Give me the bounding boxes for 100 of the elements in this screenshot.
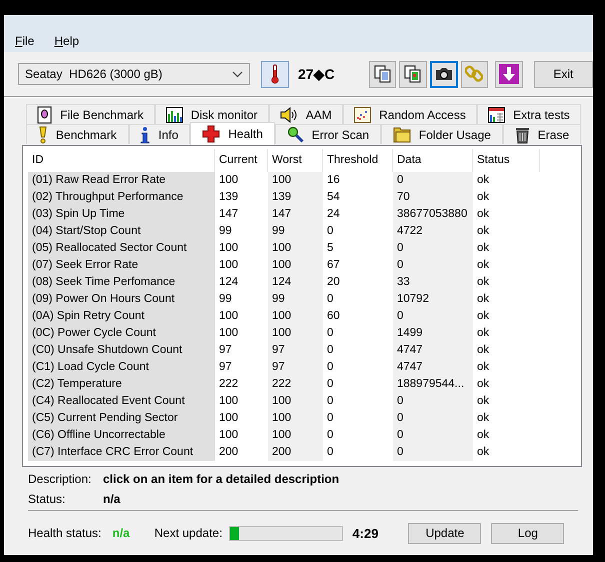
table-cell: 0: [393, 427, 473, 444]
table-cell-text: 0: [326, 394, 334, 409]
table-cell-text: 100: [218, 258, 240, 273]
toolbar-button[interactable]: [430, 60, 458, 88]
action-button[interactable]: Update: [408, 522, 482, 544]
chevron-icon: [232, 70, 244, 78]
tab[interactable]: Extra tests: [476, 104, 581, 124]
table-cell: 100: [268, 427, 323, 444]
table-cell: 100: [268, 325, 323, 342]
table-cell-text: 54: [326, 190, 341, 205]
menu-item[interactable]: Help: [53, 32, 80, 50]
table-cell: 0: [393, 257, 473, 274]
table-cell-text: ok: [476, 445, 490, 460]
table-cell-text: 200: [218, 445, 240, 460]
table-cell: 124: [268, 274, 323, 291]
table-cell-text: 0: [326, 360, 334, 375]
tab[interactable]: Health: [190, 122, 275, 145]
table-chart-icon: [488, 106, 506, 122]
table-cell-text: 222: [218, 377, 240, 392]
column-header[interactable]: Status: [473, 149, 540, 172]
table-cell-text: 100: [218, 309, 240, 324]
tab[interactable]: Error Scan: [274, 124, 382, 144]
table-cell: (C1) Load Cycle Count: [28, 359, 215, 376]
toolbar-button[interactable]: [399, 60, 427, 88]
status-value: n/a: [103, 492, 122, 508]
table-cell: 4747: [393, 359, 473, 376]
table-cell-text: ok: [476, 224, 490, 239]
table-cell: 0: [393, 410, 473, 427]
copy-icon: [404, 65, 422, 83]
download-icon: [498, 64, 519, 84]
table-cell: 200: [268, 444, 323, 461]
table-cell-text: ok: [476, 343, 490, 358]
table-cell-text: 20: [326, 275, 341, 290]
toolbar-button[interactable]: [368, 60, 396, 88]
table-cell-text: ok: [476, 326, 490, 341]
column-header[interactable]: Threshold: [323, 149, 393, 172]
countdown-timer: 4:29: [352, 526, 380, 540]
exit-button[interactable]: Exit: [534, 60, 593, 88]
scatter-chart-icon: [354, 106, 372, 122]
table-cell-text: ok: [476, 207, 490, 222]
field-label: Next update:: [154, 526, 222, 540]
table-cell-text: 100: [218, 411, 240, 426]
table-cell: 100: [268, 172, 323, 189]
field-label: Description:: [28, 472, 92, 488]
magnifier-icon: [286, 126, 304, 143]
table-cell: (C7) Interface CRC Error Count: [28, 444, 215, 461]
description-text: click on an item for a detailed description: [103, 472, 340, 488]
tab[interactable]: Benchmark: [26, 124, 129, 144]
table-cell-text: 147: [218, 207, 240, 222]
tab[interactable]: Random Access: [342, 104, 477, 124]
table-cell: 4747: [393, 342, 473, 359]
table-cell: 1499: [393, 325, 473, 342]
table-cell: 0: [393, 308, 473, 325]
table-cell-text: 0: [326, 224, 334, 239]
table-cell-text: 16: [326, 173, 341, 188]
action-button[interactable]: Log: [491, 522, 564, 544]
column-header[interactable]: Current: [215, 149, 268, 172]
table-cell-text: 5: [326, 241, 334, 256]
field-label: Status:: [28, 492, 66, 508]
tab[interactable]: Info: [128, 124, 190, 144]
table-cell-text: 0: [326, 428, 334, 443]
tab[interactable]: Folder Usage: [381, 124, 503, 144]
tab[interactable]: AAM: [268, 104, 343, 124]
table-cell-text: 100: [218, 173, 240, 188]
table-cell-text: ok: [476, 241, 490, 256]
temperature-button[interactable]: [261, 60, 289, 88]
table-cell: (01) Raw Read Error Rate: [28, 172, 215, 189]
table-cell: 38677053880: [393, 206, 473, 223]
table-cell: (C0) Unsafe Shutdown Count: [28, 342, 215, 359]
table-cell: (0C) Power Cycle Count: [28, 325, 215, 342]
table-cell: (09) Power On Hours Count: [28, 291, 215, 308]
table-cell-text: ok: [476, 258, 490, 273]
drive-dropdown[interactable]: Seatay HD626 (3000 gB): [18, 63, 250, 85]
table-cell-text: 24: [326, 207, 341, 222]
menu-item[interactable]: File: [14, 32, 36, 50]
info-icon: [140, 126, 150, 144]
table-cell: (05) Reallocated Sector Count: [28, 240, 215, 257]
table-cell: (0A) Spin Retry Count: [28, 308, 215, 325]
table-cell-text: 99: [218, 224, 233, 239]
tab[interactable]: Erase: [502, 124, 582, 144]
cross-icon: [202, 125, 220, 143]
tab[interactable]: Disk monitor: [154, 104, 269, 124]
table-cell-text: 0: [326, 343, 334, 358]
table-cell-text: 60: [326, 309, 341, 324]
table-cell-text: ok: [476, 173, 490, 188]
chain-icon: [465, 65, 484, 83]
table-cell-text: ok: [476, 360, 490, 375]
table-cell-text: 0: [326, 377, 334, 392]
table-cell-text: 0: [326, 445, 334, 460]
table-cell-text: ok: [476, 292, 490, 307]
table-cell-text: ok: [476, 394, 490, 409]
table-cell-text: 100: [218, 394, 240, 409]
table-cell: 188979544...: [393, 376, 473, 393]
table-cell: 0: [393, 393, 473, 410]
table-cell-text: 67: [326, 258, 341, 273]
table-cell: (02) Throughput Performance: [28, 189, 215, 206]
trash-icon: [514, 126, 530, 144]
table-cell-text: 139: [218, 190, 240, 205]
tab[interactable]: File Benchmark: [26, 104, 155, 124]
table-cell-text: 100: [218, 241, 240, 256]
